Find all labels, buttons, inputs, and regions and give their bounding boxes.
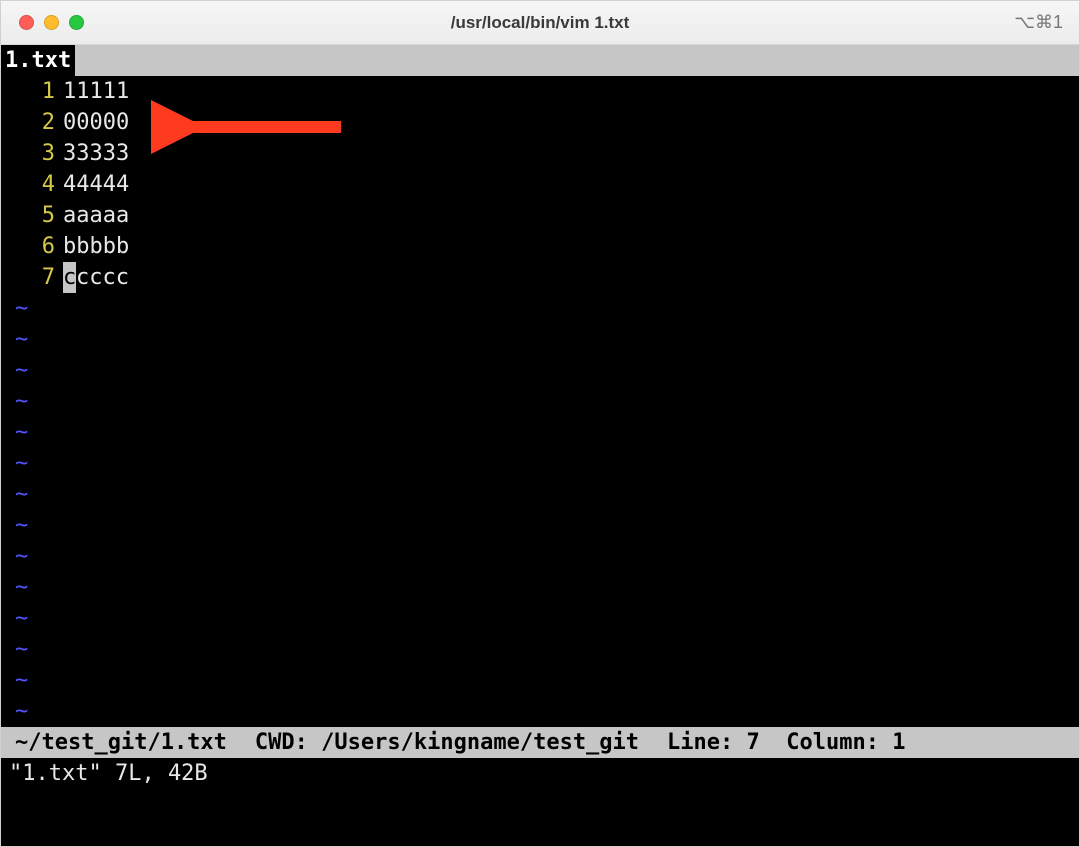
empty-line-tilde: ~ xyxy=(1,510,1079,541)
maximize-window-button[interactable] xyxy=(69,15,84,30)
empty-line-tilde: ~ xyxy=(1,603,1079,634)
empty-line-tilde: ~ xyxy=(1,479,1079,510)
tab-label: 1.txt xyxy=(5,45,71,76)
command-line-text: "1.txt" 7L, 42B xyxy=(9,758,208,789)
empty-line-tilde: ~ xyxy=(1,324,1079,355)
editor-area[interactable]: 1 11111 2 00000 3 33333 4 44444 5 aaaaa … xyxy=(1,76,1079,727)
line-content: 00000 xyxy=(63,107,129,138)
empty-line-tilde: ~ xyxy=(1,665,1079,696)
line-number: 6 xyxy=(1,231,63,262)
window-title: /usr/local/bin/vim 1.txt xyxy=(1,13,1079,33)
line-content: ccccc xyxy=(63,262,129,293)
tab-filler xyxy=(75,45,1079,76)
empty-line-tilde: ~ xyxy=(1,293,1079,324)
line-number: 4 xyxy=(1,169,63,200)
line-content: aaaaa xyxy=(63,200,129,231)
cursor: c xyxy=(63,262,76,293)
status-col-number: 1 xyxy=(892,727,905,758)
line-number: 7 xyxy=(1,262,63,293)
terminal-bottom-pad xyxy=(1,789,1079,799)
empty-line-tilde: ~ xyxy=(1,541,1079,572)
line-content: bbbbb xyxy=(63,231,129,262)
status-cwd-label: CWD: xyxy=(255,727,308,758)
status-line-label: Line: xyxy=(667,727,733,758)
empty-line-tilde: ~ xyxy=(1,448,1079,479)
file-line: 4 44444 xyxy=(1,169,1079,200)
file-line: 5 aaaaa xyxy=(1,200,1079,231)
empty-line-tilde: ~ xyxy=(1,634,1079,665)
file-line: 7 ccccc xyxy=(1,262,1079,293)
line-number: 1 xyxy=(1,76,63,107)
vim-tabline: 1.txt xyxy=(1,45,1079,76)
close-window-button[interactable] xyxy=(19,15,34,30)
empty-line-tilde: ~ xyxy=(1,386,1079,417)
line-number: 2 xyxy=(1,107,63,138)
file-line: 6 bbbbb xyxy=(1,231,1079,262)
status-path: ~/test_git/1.txt xyxy=(15,727,227,758)
empty-line-tilde: ~ xyxy=(1,696,1079,727)
file-line: 3 33333 xyxy=(1,138,1079,169)
empty-line-tilde: ~ xyxy=(1,417,1079,448)
command-line: "1.txt" 7L, 42B xyxy=(1,758,1079,789)
terminal-window: /usr/local/bin/vim 1.txt ⌥⌘1 1.txt 1 111… xyxy=(0,0,1080,847)
status-line-number: 7 xyxy=(747,727,760,758)
line-content: 11111 xyxy=(63,76,129,107)
line-number: 5 xyxy=(1,200,63,231)
empty-line-tilde: ~ xyxy=(1,572,1079,603)
traffic-lights xyxy=(1,15,84,30)
terminal-viewport[interactable]: 1.txt 1 11111 2 00000 3 33333 4 44444 5 xyxy=(1,45,1079,846)
line-number: 3 xyxy=(1,138,63,169)
status-col-label: Column: xyxy=(786,727,879,758)
tab-active[interactable]: 1.txt xyxy=(1,45,75,76)
status-line: ~/test_git/1.txt CWD: /Users/kingname/te… xyxy=(1,727,1079,758)
empty-line-tilde: ~ xyxy=(1,355,1079,386)
line-content: 44444 xyxy=(63,169,129,200)
titlebar: /usr/local/bin/vim 1.txt ⌥⌘1 xyxy=(1,1,1079,45)
window-hotkey-indicator: ⌥⌘1 xyxy=(1014,12,1079,33)
file-line: 1 11111 xyxy=(1,76,1079,107)
file-line: 2 00000 xyxy=(1,107,1079,138)
line-content-rest: cccc xyxy=(76,265,129,290)
line-content: 33333 xyxy=(63,138,129,169)
minimize-window-button[interactable] xyxy=(44,15,59,30)
status-cwd: /Users/kingname/test_git xyxy=(321,727,639,758)
